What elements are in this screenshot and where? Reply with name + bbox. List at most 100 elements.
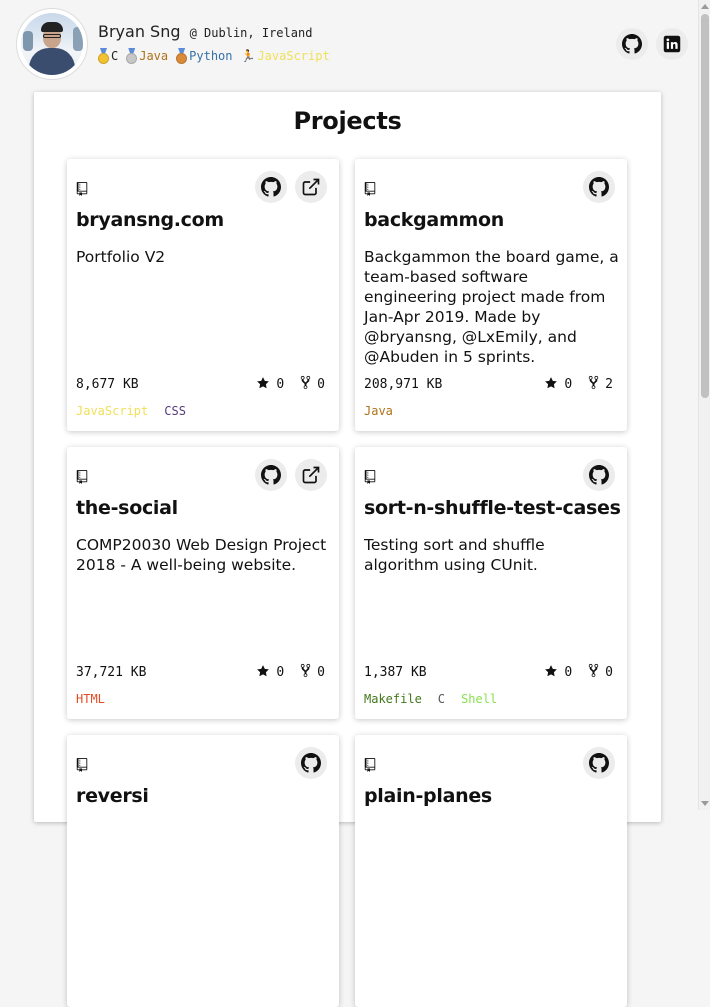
projects-panel: Projects bryansng.com Portfolio V2 8,677 K…: [34, 92, 661, 1007]
gold-medal-icon: [98, 48, 109, 64]
star-icon: [544, 376, 558, 394]
social-links: [616, 28, 688, 60]
scroll-up-arrow-icon[interactable]: [701, 4, 709, 9]
fork-icon: [588, 663, 599, 682]
project-title[interactable]: reversi: [76, 785, 149, 807]
skill-item: Python: [176, 48, 233, 64]
silver-medal-icon: [126, 48, 138, 64]
skill-item: 🏃 JavaScript: [241, 48, 330, 64]
repo-github-button[interactable]: [583, 459, 615, 491]
external-link-icon: [302, 466, 320, 484]
star-count: 0: [564, 377, 573, 392]
star-icon: [256, 376, 270, 394]
project-card: backgammon Backgammon the board game, a t…: [355, 159, 627, 431]
project-size: 8,677 KB: [76, 377, 139, 392]
project-languages: JavaScript CSS: [76, 404, 186, 418]
page-scrollbar[interactable]: [698, 0, 710, 810]
fork-icon: [300, 663, 311, 682]
fork-count: 0: [605, 665, 613, 680]
project-title[interactable]: sort-n-shuffle-test-cases: [364, 497, 621, 519]
live-site-button[interactable]: [295, 171, 327, 203]
project-description: Testing sort and shuffle algorithm using…: [364, 536, 545, 574]
skills-list: C Java Python 🏃 JavaScript: [98, 48, 330, 64]
fork-count: 2: [605, 377, 613, 392]
project-stats: 00: [544, 663, 613, 682]
github-icon: [261, 465, 281, 485]
project-card: plain-planes: [355, 735, 627, 1007]
language-tag: Java: [364, 404, 393, 418]
card-actions: [583, 171, 615, 203]
project-card: the-social COMP20030 Web Design Project 2…: [67, 447, 339, 719]
profile-location: @ Dublin, Ireland: [189, 26, 313, 40]
fork-count: 0: [317, 665, 325, 680]
project-card: reversi: [67, 735, 339, 1007]
project-size: 208,971 KB: [364, 377, 443, 392]
fork-icon: [300, 375, 311, 394]
github-icon: [622, 34, 642, 54]
github-profile-button[interactable]: [616, 28, 648, 60]
github-icon: [589, 177, 609, 197]
repo-github-button[interactable]: [583, 171, 615, 203]
language-tag: HTML: [76, 692, 105, 706]
project-stats: 02: [544, 375, 613, 394]
profile-header: Bryan Sng @ Dublin, Ireland C Java Python 🏃…: [16, 8, 688, 84]
language-tag: JavaScript: [76, 404, 149, 418]
card-actions: [295, 747, 327, 779]
fork-icon: [588, 375, 599, 394]
repo-icon: [364, 757, 376, 776]
profile-name: Bryan Sng: [98, 22, 181, 41]
profile-name-line: Bryan Sng @ Dublin, Ireland: [98, 22, 312, 41]
project-stats: 00: [256, 663, 325, 682]
project-languages: HTML: [76, 692, 105, 706]
repo-github-button[interactable]: [583, 747, 615, 779]
runner-icon: 🏃: [240, 49, 256, 63]
fork-count: 0: [317, 377, 325, 392]
project-size: 37,721 KB: [76, 665, 147, 680]
language-tag: CSS: [164, 404, 186, 418]
star-count: 0: [276, 377, 285, 392]
repo-github-button[interactable]: [255, 171, 287, 203]
skill-label: Java: [139, 49, 169, 63]
scroll-down-arrow-icon[interactable]: [701, 801, 709, 806]
linkedin-icon: [663, 35, 681, 53]
star-count: 0: [276, 665, 285, 680]
project-title[interactable]: the-social: [76, 497, 178, 519]
card-actions: [583, 747, 615, 779]
project-stats: 00: [256, 375, 325, 394]
linkedin-profile-button[interactable]: [656, 28, 688, 60]
project-title[interactable]: plain-planes: [364, 785, 492, 807]
project-description: COMP20030 Web Design Project 2018 - A we…: [76, 536, 327, 574]
project-languages: Makefile C Shell: [364, 692, 497, 706]
project-title[interactable]: backgammon: [364, 209, 504, 231]
repo-icon: [76, 469, 88, 488]
project-card: bryansng.com Portfolio V2 8,677 KB 0 0 JavaSc…: [67, 159, 339, 431]
card-actions: [255, 171, 327, 203]
external-link-icon: [302, 178, 320, 196]
repo-icon: [364, 181, 376, 200]
language-tag: Makefile: [364, 692, 422, 706]
scroll-thumb[interactable]: [701, 14, 709, 398]
project-card: sort-n-shuffle-test-cases Testing sort an…: [355, 447, 627, 719]
card-actions: [583, 459, 615, 491]
skill-label: Python: [189, 49, 233, 63]
github-icon: [301, 753, 321, 773]
repo-icon: [76, 181, 88, 200]
language-tag: C: [437, 692, 446, 706]
project-size: 1,387 KB: [364, 665, 427, 680]
repo-github-button[interactable]: [295, 747, 327, 779]
project-title[interactable]: bryansng.com: [76, 209, 224, 231]
repo-github-button[interactable]: [255, 459, 287, 491]
avatar-photo: [21, 13, 83, 75]
skill-label: C: [111, 49, 119, 63]
star-count: 0: [564, 665, 573, 680]
section-title: Projects: [293, 107, 402, 135]
project-languages: Java: [364, 404, 393, 418]
skill-item: Java: [126, 48, 168, 64]
repo-icon: [76, 757, 88, 776]
avatar: [16, 8, 88, 80]
live-site-button[interactable]: [295, 459, 327, 491]
github-icon: [589, 753, 609, 773]
github-icon: [261, 177, 281, 197]
github-icon: [589, 465, 609, 485]
skill-label: JavaScript: [257, 49, 330, 63]
